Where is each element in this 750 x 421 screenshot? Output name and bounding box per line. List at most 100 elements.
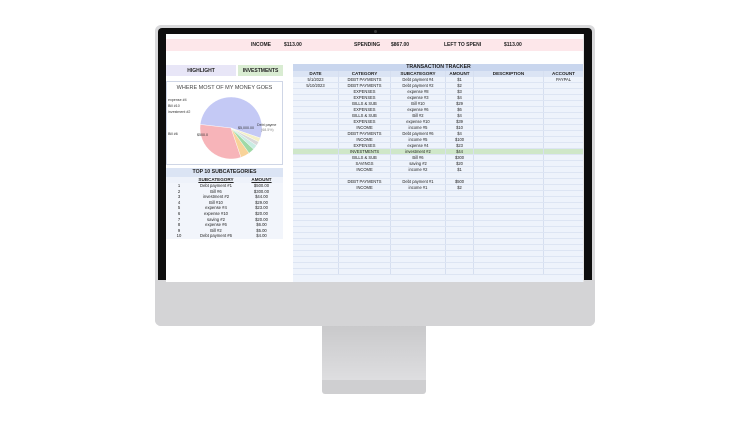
tracker-cell-empty[interactable] <box>339 239 391 244</box>
table-row[interactable]: 10 Debt payment #6 $4.00 <box>166 233 283 239</box>
tracker-cell-amount[interactable]: $2 <box>446 83 474 88</box>
tracker-cell-empty[interactable] <box>446 245 474 250</box>
tracker-cell-empty[interactable] <box>544 239 584 244</box>
tracker-cell-description[interactable] <box>474 161 544 166</box>
tracker-cell-amount[interactable]: $44 <box>446 149 474 154</box>
tracker-cell-account[interactable] <box>544 119 584 124</box>
tracker-cell-category[interactable]: EXPENSES <box>339 107 391 112</box>
tracker-cell-empty[interactable] <box>474 269 544 274</box>
tracker-cell-empty[interactable] <box>474 251 544 256</box>
tracker-cell-empty[interactable] <box>391 209 446 214</box>
tracker-cell-amount[interactable] <box>446 173 474 178</box>
tracker-cell-subcategory[interactable]: income #5 <box>391 137 446 142</box>
tracker-cell-date[interactable]: 5/10/2023 <box>293 83 339 88</box>
tracker-cell-subcategory[interactable]: expense #8 <box>391 89 446 94</box>
tracker-cell-category[interactable]: INCOME <box>339 185 391 190</box>
tracker-cell-subcategory[interactable]: expense #10 <box>391 119 446 124</box>
tracker-cell-empty[interactable] <box>391 269 446 274</box>
tracker-cell-empty[interactable] <box>293 233 339 238</box>
tracker-cell-subcategory[interactable]: expense #3 <box>391 95 446 100</box>
tracker-cell-category[interactable]: BILLS & SUB <box>339 101 391 106</box>
tracker-cell-empty[interactable] <box>339 191 391 196</box>
tracker-cell-account[interactable] <box>544 143 584 148</box>
tracker-cell-subcategory[interactable]: Debt payment #4 <box>391 77 446 82</box>
tracker-cell-empty[interactable] <box>446 197 474 202</box>
tracker-cell-empty[interactable] <box>339 263 391 268</box>
tracker-cell-empty[interactable] <box>293 251 339 256</box>
tracker-cell-empty[interactable] <box>446 221 474 226</box>
tracker-cell-description[interactable] <box>474 173 544 178</box>
tracker-cell-category[interactable]: DEBT PAYMENTS <box>339 83 391 88</box>
tracker-cell-empty[interactable] <box>293 191 339 196</box>
tracker-cell-amount[interactable]: $4 <box>446 131 474 136</box>
tracker-cell-empty[interactable] <box>339 251 391 256</box>
tracker-cell-date[interactable] <box>293 155 339 160</box>
tracker-cell-empty[interactable] <box>391 233 446 238</box>
tracker-cell-empty[interactable] <box>474 227 544 232</box>
tracker-cell-amount[interactable]: $20 <box>446 161 474 166</box>
tracker-cell-amount[interactable]: $4 <box>446 113 474 118</box>
tracker-cell-empty[interactable] <box>293 263 339 268</box>
tracker-cell-description[interactable] <box>474 131 544 136</box>
tracker-cell-subcategory[interactable]: Debt payment #1 <box>391 179 446 184</box>
tracker-cell-description[interactable] <box>474 179 544 184</box>
tracker-cell-empty[interactable] <box>446 251 474 256</box>
tracker-cell-category[interactable]: INCOME <box>339 137 391 142</box>
tracker-cell-empty[interactable] <box>446 209 474 214</box>
tracker-cell-subcategory[interactable]: saving #2 <box>391 161 446 166</box>
tracker-cell-empty[interactable] <box>293 203 339 208</box>
tracker-cell-subcategory[interactable] <box>391 173 446 178</box>
tracker-cell-empty[interactable] <box>446 263 474 268</box>
tracker-cell-account[interactable] <box>544 131 584 136</box>
tracker-cell-category[interactable]: DEBT PAYMENTS <box>339 179 391 184</box>
tracker-cell-empty[interactable] <box>391 191 446 196</box>
tracker-cell-description[interactable] <box>474 113 544 118</box>
tracker-cell-empty[interactable] <box>339 215 391 220</box>
tracker-cell-description[interactable] <box>474 89 544 94</box>
tracker-cell-empty[interactable] <box>544 245 584 250</box>
tracker-cell-empty[interactable] <box>446 215 474 220</box>
tracker-cell-empty[interactable] <box>474 233 544 238</box>
tracker-cell-empty[interactable] <box>391 197 446 202</box>
tracker-cell-date[interactable] <box>293 167 339 172</box>
tracker-cell-empty[interactable] <box>339 197 391 202</box>
tracker-cell-account[interactable] <box>544 167 584 172</box>
tracker-cell-empty[interactable] <box>391 245 446 250</box>
tracker-cell-date[interactable] <box>293 89 339 94</box>
tracker-cell-empty[interactable] <box>339 227 391 232</box>
tracker-cell-amount[interactable]: $39 <box>446 119 474 124</box>
tracker-cell-empty[interactable] <box>474 191 544 196</box>
tracker-cell-empty[interactable] <box>293 227 339 232</box>
tracker-cell-amount[interactable]: $10 <box>446 125 474 130</box>
tracker-cell-empty[interactable] <box>391 239 446 244</box>
tracker-cell-category[interactable]: EXPENSES <box>339 119 391 124</box>
tracker-cell-empty[interactable] <box>293 245 339 250</box>
tracker-cell-description[interactable] <box>474 185 544 190</box>
tracker-cell-empty[interactable] <box>544 251 584 256</box>
tracker-cell-date[interactable] <box>293 101 339 106</box>
tracker-cell-description[interactable] <box>474 167 544 172</box>
tracker-cell-account[interactable] <box>544 173 584 178</box>
tracker-cell-date[interactable] <box>293 131 339 136</box>
tracker-cell-category[interactable]: EXPENSES <box>339 95 391 100</box>
tracker-cell-empty[interactable] <box>339 221 391 226</box>
tracker-cell-account[interactable] <box>544 107 584 112</box>
tracker-cell-amount[interactable]: $2 <box>446 185 474 190</box>
tracker-cell-empty[interactable] <box>446 269 474 274</box>
tracker-cell-account[interactable] <box>544 137 584 142</box>
tracker-cell-description[interactable] <box>474 143 544 148</box>
tracker-cell-empty[interactable] <box>474 257 544 262</box>
tracker-cell-date[interactable] <box>293 149 339 154</box>
tracker-cell-empty[interactable] <box>339 245 391 250</box>
tracker-cell-date[interactable] <box>293 125 339 130</box>
tracker-cell-subcategory[interactable]: Bill #10 <box>391 101 446 106</box>
tracker-cell-category[interactable]: BILLS & SUB <box>339 155 391 160</box>
tracker-cell-subcategory[interactable]: income #2 <box>391 167 446 172</box>
tracker-cell-empty[interactable] <box>544 227 584 232</box>
tracker-cell-category[interactable]: EXPENSES <box>339 143 391 148</box>
tracker-cell-empty[interactable] <box>544 209 584 214</box>
tracker-cell-account[interactable] <box>544 89 584 94</box>
tracker-cell-subcategory[interactable]: income #5 <box>391 125 446 130</box>
tracker-cell-empty[interactable] <box>474 263 544 268</box>
tracker-cell-amount[interactable]: $100 <box>446 137 474 142</box>
